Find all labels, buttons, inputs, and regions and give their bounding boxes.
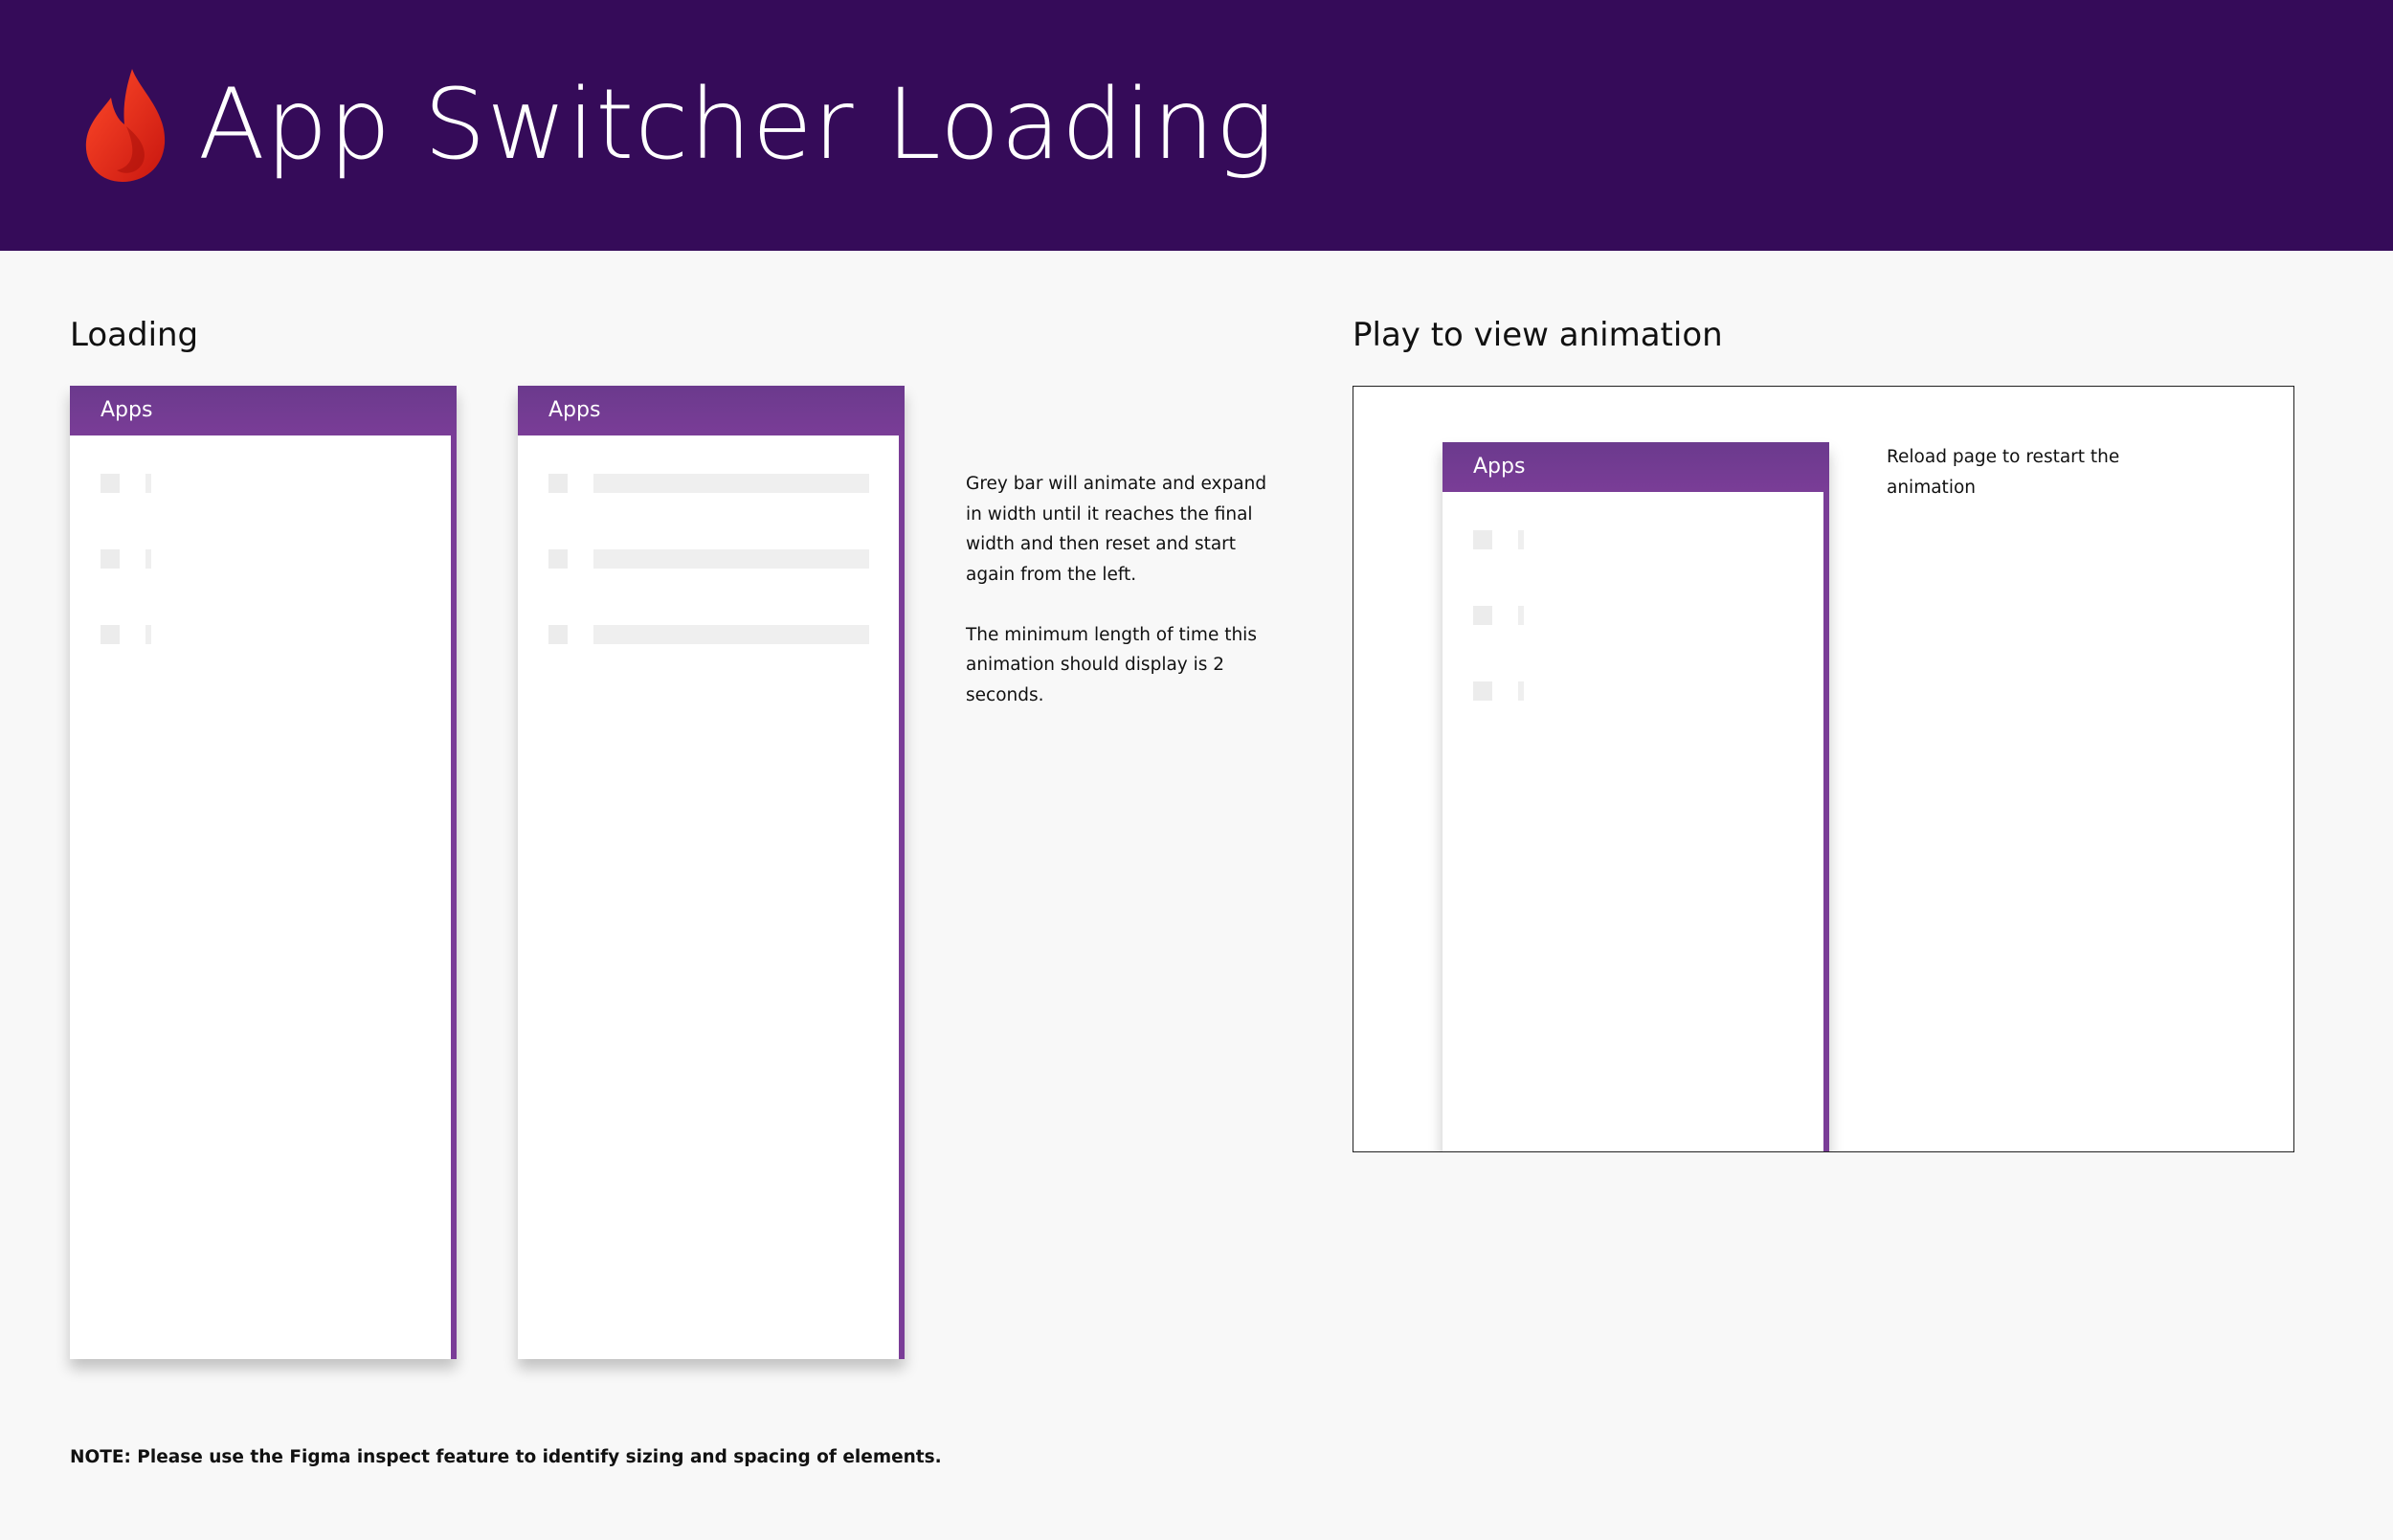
app-icon-placeholder: [1473, 681, 1492, 701]
app-icon-placeholder: [101, 625, 120, 644]
panel-header: Apps: [518, 386, 905, 435]
app-name-placeholder-bar: [593, 474, 869, 493]
panel-header: Apps: [1443, 442, 1829, 492]
page-title: App Switcher Loading: [198, 68, 1275, 182]
animation-description: Grey bar will animate and expand in widt…: [966, 469, 1266, 710]
description-line: width and then reset and start: [966, 534, 1237, 554]
flame-icon: [85, 69, 166, 182]
description-line: seconds.: [966, 684, 1044, 705]
app-icon-placeholder: [548, 625, 568, 644]
app-name-placeholder-bar: [593, 625, 869, 644]
description-line: in width until it reaches the final: [966, 503, 1253, 524]
app-name-placeholder-bar: [1518, 681, 1524, 701]
reload-note: Reload page to restart the animation: [1887, 442, 2119, 502]
description-line: animation should display is 2: [966, 655, 1225, 675]
app-name-placeholder-bar: [1518, 606, 1524, 625]
app-icon-placeholder: [548, 474, 568, 493]
app-switcher-panel-animated: Apps: [1443, 442, 1829, 1151]
reload-note-line: Reload page to restart the: [1887, 447, 2120, 467]
description-line: Grey bar will animate and expand: [966, 474, 1267, 494]
app-icon-placeholder: [101, 474, 120, 493]
app-switcher-panel-start: Apps: [70, 386, 457, 1359]
app-name-placeholder-bar: [593, 549, 869, 569]
app-name-placeholder-bar: [145, 474, 151, 493]
footer-note: NOTE: Please use the Figma inspect featu…: [70, 1447, 942, 1467]
app-name-placeholder-bar: [145, 549, 151, 569]
description-line: again from the left.: [966, 564, 1137, 585]
animation-heading: Play to view animation: [1353, 316, 1723, 354]
app-switcher-panel-final: Apps: [518, 386, 905, 1359]
app-name-placeholder-bar: [1518, 530, 1524, 549]
description-line: The minimum length of time this: [966, 624, 1257, 645]
page-header: App Switcher Loading: [0, 0, 2393, 251]
app-icon-placeholder: [1473, 530, 1492, 549]
loading-heading: Loading: [70, 316, 199, 354]
animation-preview-frame: Apps Reload page to restart the animatio…: [1353, 386, 2294, 1152]
app-icon-placeholder: [548, 549, 568, 569]
app-icon-placeholder: [101, 549, 120, 569]
app-icon-placeholder: [1473, 606, 1492, 625]
panel-header: Apps: [70, 386, 457, 435]
app-name-placeholder-bar: [145, 625, 151, 644]
reload-note-line: animation: [1887, 477, 1976, 498]
